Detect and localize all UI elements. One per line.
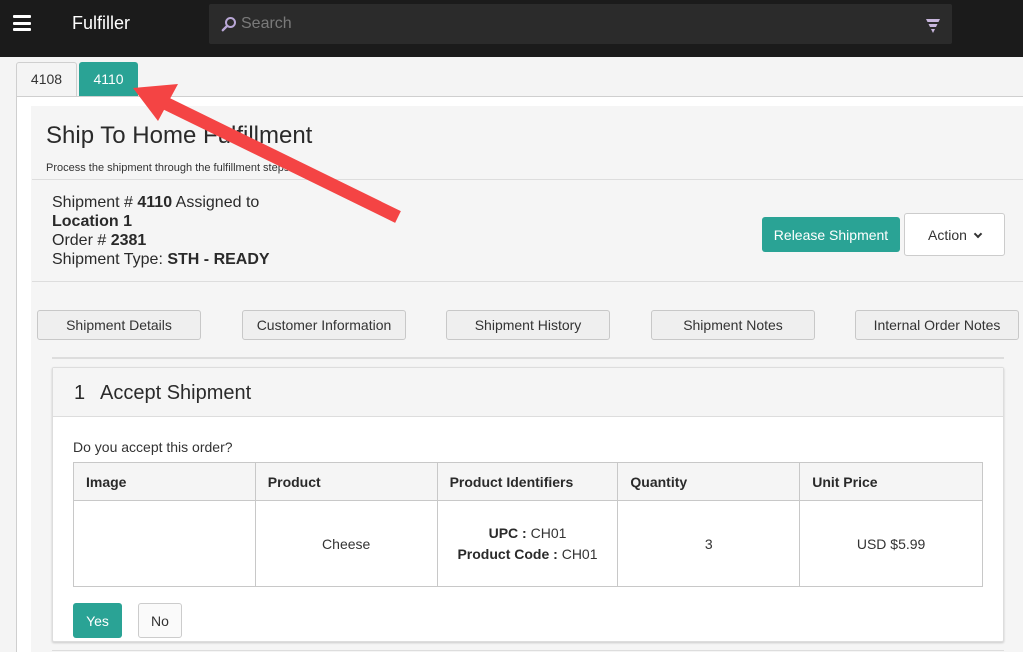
app-title: Fulfiller [72, 13, 131, 33]
upc-label: UPC : [488, 524, 527, 541]
product-code-value: CH01 [561, 545, 598, 562]
shipment-details-button[interactable]: Shipment Details [37, 310, 201, 340]
shipment-notes-button[interactable]: Shipment Notes [651, 310, 815, 340]
accept-shipment-step: 1 Accept Shipment Do you accept this ord… [52, 367, 1004, 642]
assigned-label: Assigned to [175, 194, 260, 211]
shipment-type-label: Shipment Type: [52, 251, 163, 268]
fulfillment-page: Ship To Home Fulfillment Process the shi… [31, 106, 1023, 652]
tab-4108[interactable]: 4108 [16, 62, 77, 96]
shipment-history-button[interactable]: Shipment History [446, 310, 610, 340]
product-code-label: Product Code : [457, 545, 558, 562]
shipment-label: Shipment # [52, 194, 133, 211]
chevron-down-icon [973, 229, 983, 238]
order-number: 2381 [110, 232, 147, 249]
cell-image [73, 500, 256, 587]
divider [52, 357, 1004, 359]
shipment-number: 4110 [137, 194, 173, 211]
accept-question: Do you accept this order? [73, 439, 233, 455]
step-header: 1 Accept Shipment [53, 368, 1003, 417]
col-unit-price: Unit Price [799, 462, 983, 501]
col-product-identifiers: Product Identifiers [436, 462, 619, 501]
table-row: Cheese UPC : CH01 Product Code : CH01 3 … [73, 500, 983, 587]
internal-order-notes-button[interactable]: Internal Order Notes [855, 310, 1019, 340]
search-input[interactable] [241, 4, 921, 44]
cell-product: Cheese [254, 500, 438, 587]
shipment-type-line: Shipment Type: STH - READY [52, 250, 270, 269]
cell-product-identifiers: UPC : CH01 Product Code : CH01 [436, 500, 619, 587]
col-image: Image [73, 462, 256, 501]
shipment-line: Shipment # 4110 Assigned to [52, 193, 270, 212]
no-button[interactable]: No [138, 603, 182, 638]
action-label: Action [928, 226, 967, 243]
hamburger-menu-icon[interactable] [13, 15, 31, 31]
location-value: Location 1 [52, 213, 133, 230]
yes-button[interactable]: Yes [73, 603, 122, 638]
page-subtitle: Process the shipment through the fulfill… [46, 162, 293, 174]
step-title: Accept Shipment [100, 382, 252, 404]
order-label: Order # [52, 232, 107, 249]
search-bar [209, 4, 952, 44]
release-shipment-button[interactable]: Release Shipment [762, 217, 900, 252]
step-number: 1 [74, 382, 86, 404]
customer-information-button[interactable]: Customer Information [242, 310, 406, 340]
cell-quantity: 3 [617, 500, 801, 587]
upc-value: CH01 [530, 524, 567, 541]
page-title: Ship To Home Fulfillment [46, 122, 313, 149]
top-app-bar: Fulfiller [0, 0, 1023, 57]
col-product: Product [254, 462, 438, 501]
items-table: Image Product Product Identifiers Quanti… [73, 462, 983, 587]
cell-unit-price: USD $5.99 [799, 500, 983, 587]
shipment-info: Shipment # 4110 Assigned to Location 1 O… [52, 193, 270, 269]
filter-funnel-icon[interactable] [925, 18, 941, 34]
tab-4110[interactable]: 4110 [79, 62, 138, 96]
table-header-row: Image Product Product Identifiers Quanti… [73, 462, 983, 501]
order-line: Order # 2381 [52, 231, 270, 250]
shipment-type-value: STH - READY [167, 251, 270, 268]
col-quantity: Quantity [617, 462, 801, 501]
shipment-info-card: Shipment # 4110 Assigned to Location 1 O… [32, 179, 1023, 282]
search-icon [221, 17, 236, 32]
action-dropdown-button[interactable]: Action [904, 213, 1005, 256]
